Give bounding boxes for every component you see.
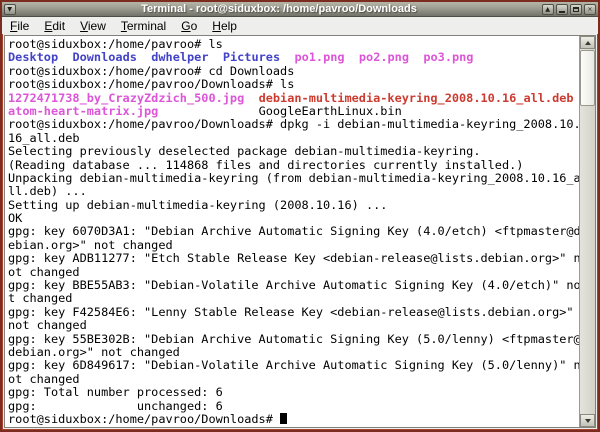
terminal-line: Desktop Downloads dwhelper Pictures po1.… — [8, 51, 579, 64]
minimize-button[interactable] — [556, 4, 568, 15]
terminal-line: ebian.org>" not changed — [8, 239, 579, 252]
terminal-window: ▼ Terminal - root@siduxbox: /home/pavroo… — [0, 0, 600, 432]
scrollbar-thumb[interactable] — [580, 50, 595, 106]
terminal-line: (Reading database ... 114868 files and d… — [8, 159, 579, 172]
scroll-up-icon — [585, 41, 591, 45]
menu-item-help[interactable]: Help — [212, 19, 237, 33]
terminal-line: ot changed — [8, 266, 579, 279]
titlebar[interactable]: ▼ Terminal - root@siduxbox: /home/pavroo… — [2, 2, 598, 17]
terminal-line: Unpacking debian-multimedia-keyring (fro… — [8, 172, 579, 185]
shade-icon: ▲ — [546, 5, 551, 13]
scroll-up-button[interactable] — [580, 36, 595, 49]
terminal-line: gpg: key BBE55AB3: "Debian-Volatile Arch… — [8, 279, 579, 292]
terminal-line: t changed — [8, 292, 579, 305]
terminal-line: gpg: key F42584E6: "Lenny Stable Release… — [8, 306, 579, 319]
minimize-icon — [559, 11, 565, 13]
terminal-line: gpg: key 6D849617: "Debian-Volatile Arch… — [8, 359, 579, 372]
close-button[interactable]: × — [584, 4, 596, 15]
window-menu-icon: ▼ — [8, 5, 13, 13]
menu-item-edit[interactable]: Edit — [44, 19, 65, 33]
terminal-line: 1272471738_by_CrazyZdzich_500.jpg debian… — [8, 92, 579, 105]
menu-item-terminal[interactable]: Terminal — [121, 19, 166, 33]
window-menu-button[interactable]: ▼ — [4, 4, 16, 15]
terminal-line: ll.deb) ... — [8, 185, 579, 198]
terminal-line: root@siduxbox:/home/pavroo/Downloads# ls — [8, 78, 579, 91]
terminal-line: Selecting previously deselected package … — [8, 145, 579, 158]
terminal-line: not changed — [8, 319, 579, 332]
terminal-line: ot changed — [8, 373, 579, 386]
menu-item-go[interactable]: Go — [181, 19, 197, 33]
terminal-output[interactable]: root@siduxbox:/home/pavroo# lsDesktop Do… — [5, 36, 579, 427]
window-title: Terminal - root@siduxbox: /home/pavroo/D… — [18, 3, 540, 15]
terminal-line: gpg: key 6070D3A1: "Debian Archive Autom… — [8, 225, 579, 238]
terminal-line: debian.org>" not changed — [8, 346, 579, 359]
terminal-area: root@siduxbox:/home/pavroo# lsDesktop Do… — [4, 35, 596, 428]
terminal-line: root@siduxbox:/home/pavroo# ls — [8, 38, 579, 51]
menu-item-file[interactable]: File — [10, 19, 29, 33]
scroll-down-icon — [585, 419, 591, 423]
terminal-line: Setting up debian-multimedia-keyring (20… — [8, 199, 579, 212]
scrollbar — [579, 36, 595, 427]
terminal-cursor — [280, 413, 287, 424]
terminal-line: atom-heart-matrix.jpg GoogleEarthLinux.b… — [8, 105, 579, 118]
menu-item-view[interactable]: View — [80, 19, 106, 33]
menubar: File Edit View Terminal Go Help — [2, 17, 598, 34]
maximize-button[interactable] — [570, 4, 582, 15]
close-icon: × — [587, 5, 592, 13]
terminal-line: OK — [8, 212, 579, 225]
shade-button[interactable]: ▲ — [542, 4, 554, 15]
terminal-line: gpg: key 55BE302B: "Debian Archive Autom… — [8, 333, 579, 346]
terminal-line: root@siduxbox:/home/pavroo# cd Downloads — [8, 65, 579, 78]
maximize-icon — [573, 7, 579, 12]
terminal-line: gpg: unchanged: 6 — [8, 400, 579, 413]
scroll-down-button[interactable] — [580, 414, 595, 427]
terminal-line: root@siduxbox:/home/pavroo/Downloads# — [8, 413, 579, 426]
terminal-line: gpg: Total number processed: 6 — [8, 386, 579, 399]
terminal-line: gpg: key ADB11277: "Etch Stable Release … — [8, 252, 579, 265]
terminal-line: root@siduxbox:/home/pavroo/Downloads# dp… — [8, 118, 579, 131]
terminal-line: 16_all.deb — [8, 132, 579, 145]
